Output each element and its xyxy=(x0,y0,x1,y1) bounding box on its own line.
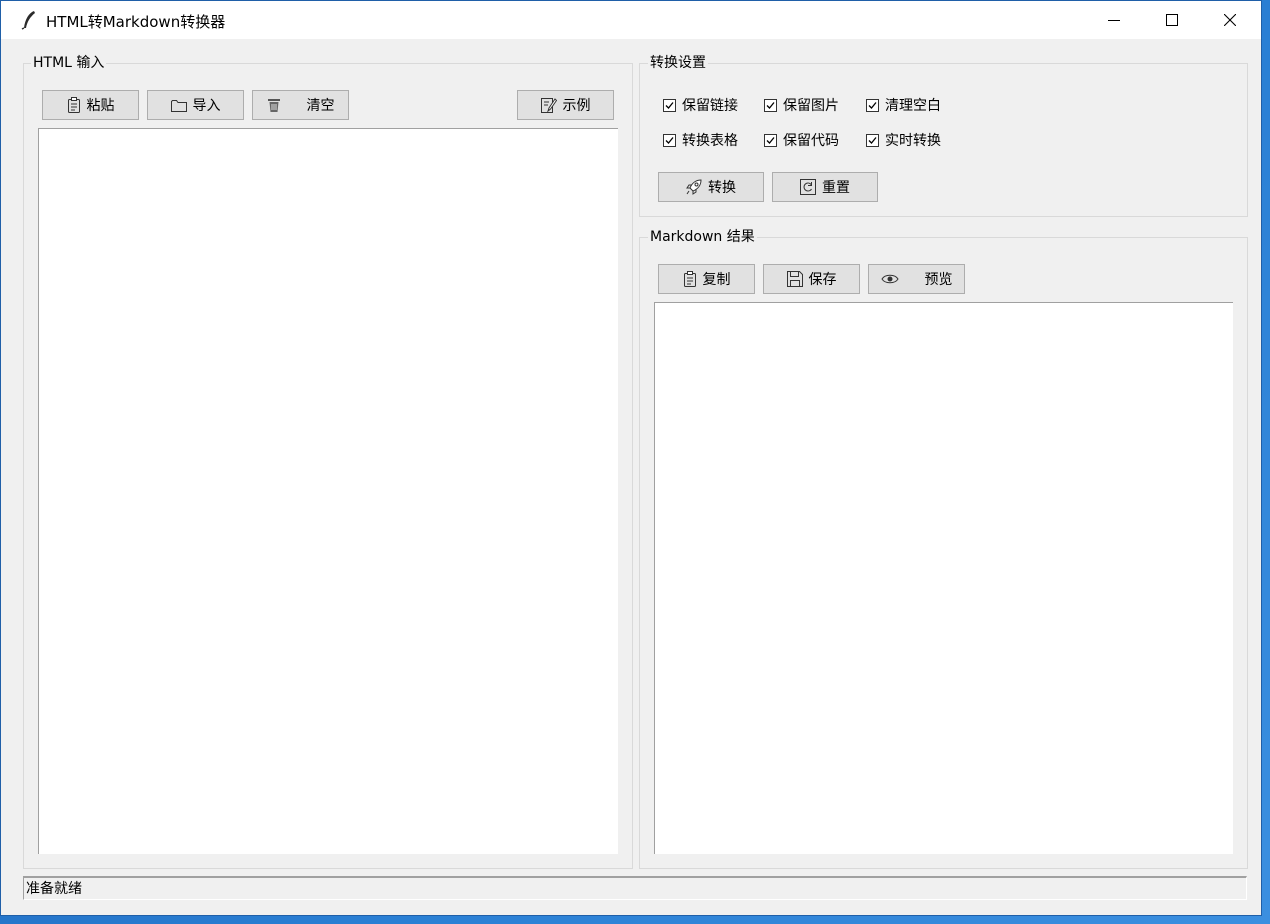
example-button-label: 示例 xyxy=(562,98,591,114)
checkbox[interactable] xyxy=(764,98,777,112)
reset-button[interactable]: 重置 xyxy=(772,172,878,202)
minimize-button[interactable] xyxy=(1085,1,1143,39)
paste-button[interactable]: 粘贴 xyxy=(42,90,139,120)
status-bar: 准备就绪 xyxy=(23,876,1247,900)
option-keep-links[interactable]: 保留链接 xyxy=(663,95,738,115)
checkbox[interactable] xyxy=(866,133,879,147)
paste-button-label: 粘贴 xyxy=(86,98,115,114)
clear-button[interactable]: 清空 xyxy=(252,90,349,120)
copy-button[interactable]: 复制 xyxy=(658,264,755,294)
example-button[interactable]: 示例 xyxy=(517,90,614,120)
option-clean-whitespace[interactable]: 清理空白 xyxy=(866,95,941,115)
option-keep-code[interactable]: 保留代码 xyxy=(764,130,839,150)
trash-icon xyxy=(267,97,281,113)
checkmark-icon xyxy=(766,101,775,109)
checkmark-icon xyxy=(868,101,877,109)
close-icon xyxy=(1224,14,1236,26)
app-window: HTML转Markdown转换器 HTML 输入 粘贴 导入 清空 示例 转换设… xyxy=(0,0,1262,916)
preview-button-label: 预览 xyxy=(924,272,953,288)
save-button[interactable]: 保存 xyxy=(763,264,860,294)
option-label: 保留图片 xyxy=(783,98,839,114)
eye-icon xyxy=(880,273,899,285)
folder-icon xyxy=(170,99,187,112)
option-convert-tables[interactable]: 转换表格 xyxy=(663,130,738,150)
save-button-label: 保存 xyxy=(808,272,837,288)
checkbox[interactable] xyxy=(764,133,777,147)
floppy-disk-icon xyxy=(786,271,803,287)
maximize-icon xyxy=(1166,14,1178,26)
option-keep-images[interactable]: 保留图片 xyxy=(764,95,839,115)
html-input-textarea[interactable] xyxy=(38,128,618,854)
refresh-icon xyxy=(800,179,816,195)
copy-button-label: 复制 xyxy=(702,272,731,288)
checkbox[interactable] xyxy=(663,133,676,147)
option-label: 实时转换 xyxy=(885,133,941,149)
option-label: 保留链接 xyxy=(682,98,738,114)
import-button-label: 导入 xyxy=(192,98,221,114)
rocket-icon xyxy=(686,179,702,195)
clipboard-icon xyxy=(683,271,697,287)
convert-button[interactable]: 转换 xyxy=(658,172,764,202)
clipboard-icon xyxy=(67,97,81,113)
minimize-icon xyxy=(1108,14,1120,26)
markdown-output-label: Markdown 结果 xyxy=(648,229,757,245)
status-text: 准备就绪 xyxy=(26,881,82,897)
import-button[interactable]: 导入 xyxy=(147,90,244,120)
close-button[interactable] xyxy=(1201,1,1259,39)
feather-icon xyxy=(21,10,39,30)
settings-label: 转换设置 xyxy=(648,55,708,71)
checkbox[interactable] xyxy=(663,98,676,112)
option-label: 转换表格 xyxy=(682,133,738,149)
clear-button-label: 清空 xyxy=(306,98,335,114)
html-input-label: HTML 输入 xyxy=(31,55,107,71)
preview-button[interactable]: 预览 xyxy=(868,264,965,294)
edit-note-icon xyxy=(540,97,557,113)
option-label: 清理空白 xyxy=(885,98,941,114)
checkmark-icon xyxy=(868,136,877,144)
checkmark-icon xyxy=(665,101,674,109)
option-label: 保留代码 xyxy=(783,133,839,149)
maximize-button[interactable] xyxy=(1143,1,1201,39)
convert-button-label: 转换 xyxy=(708,180,736,196)
markdown-output-textarea[interactable] xyxy=(654,302,1233,854)
checkbox[interactable] xyxy=(866,98,879,112)
option-live-convert[interactable]: 实时转换 xyxy=(866,130,941,150)
title-bar: HTML转Markdown转换器 xyxy=(1,1,1261,39)
checkmark-icon xyxy=(665,136,674,144)
reset-button-label: 重置 xyxy=(822,180,850,196)
window-title: HTML转Markdown转换器 xyxy=(46,13,226,31)
checkmark-icon xyxy=(766,136,775,144)
